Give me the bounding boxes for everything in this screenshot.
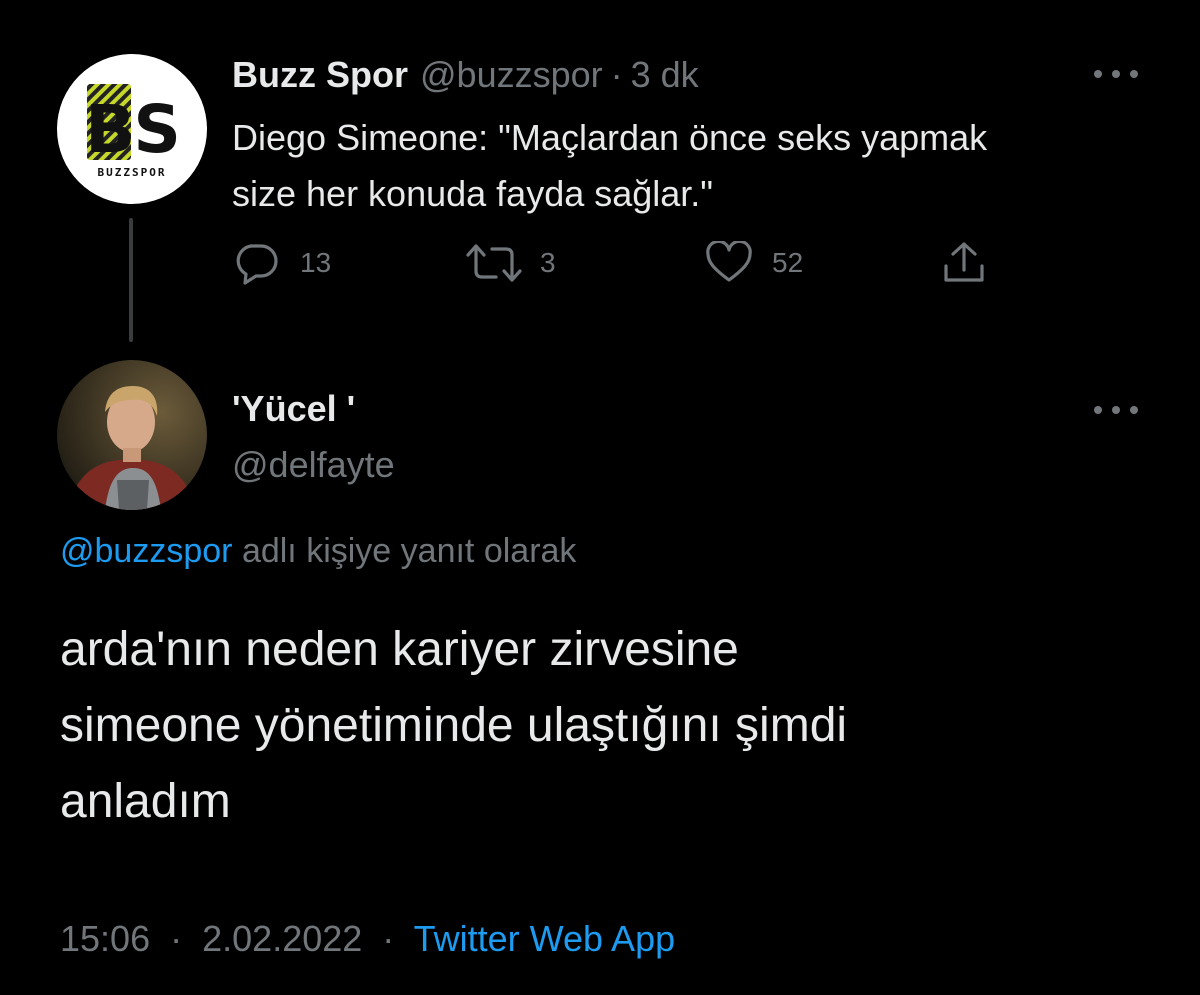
profile-photo-image xyxy=(57,360,207,510)
timestamp-date[interactable]: 2.02.2022 xyxy=(202,918,362,959)
like-button[interactable]: 52 xyxy=(704,238,803,288)
tweet-detail-page: BS BUZZSPOR Buzz Spor @buzzspor · 3 dk D… xyxy=(0,0,1200,995)
buzzspor-avatar[interactable]: BS BUZZSPOR xyxy=(57,54,207,204)
tweet-text-line: size her konuda fayda sağlar." xyxy=(232,173,714,214)
tweet-time[interactable]: 3 dk xyxy=(631,54,699,96)
reply-tweet-text: arda'nın neden kariyer zirvesine simeone… xyxy=(60,612,1160,840)
share-icon xyxy=(944,242,984,282)
retweet-icon xyxy=(466,244,522,282)
retweet-count: 3 xyxy=(540,247,556,278)
mention-link[interactable]: @buzzspor xyxy=(60,532,232,570)
separator-dot: · xyxy=(382,918,395,959)
replying-to-text: adlı kişiye yanıt olarak xyxy=(241,532,577,570)
user-avatar[interactable] xyxy=(57,360,207,510)
parent-tweet-text: Diego Simeone: "Maçlardan önce seks yapm… xyxy=(232,110,1162,222)
author-name[interactable]: Buzz Spor xyxy=(232,54,408,96)
replying-to-line: @buzzspor adlı kişiye yanıt olarak xyxy=(60,532,576,571)
svg-text:BS: BS xyxy=(85,91,179,168)
buzzspor-logo: BS BUZZSPOR xyxy=(85,84,181,179)
separator-dot: · xyxy=(610,54,623,95)
heart-icon xyxy=(706,241,752,282)
reply-button[interactable]: 13 xyxy=(232,238,331,288)
source-link[interactable]: Twitter Web App xyxy=(414,918,675,959)
tweet-meta: 15:06 · 2.02.2022 · Twitter Web App xyxy=(60,918,675,960)
thread-connector-line xyxy=(129,218,133,342)
tweet-text-line: arda'nın neden kariyer zirvesine xyxy=(60,623,739,676)
tweet-text-line: simeone yönetiminde ulaştığını şimdi xyxy=(60,699,848,752)
timestamp-time[interactable]: 15:06 xyxy=(60,918,150,959)
separator-dot: · xyxy=(170,918,183,959)
svg-text:BUZZSPOR: BUZZSPOR xyxy=(98,166,167,179)
retweet-button[interactable]: 3 xyxy=(464,238,556,288)
share-button[interactable] xyxy=(940,238,988,288)
more-horizontal-icon[interactable] xyxy=(1094,64,1138,84)
more-horizontal-icon[interactable] xyxy=(1094,400,1138,420)
reply-count: 13 xyxy=(300,247,332,278)
tweet-text-line: Diego Simeone: "Maçlardan önce seks yapm… xyxy=(232,117,988,158)
reply-author-handle[interactable]: @delfayte xyxy=(232,444,395,486)
reply-icon xyxy=(236,244,278,285)
tweet-text-line: anladım xyxy=(60,775,231,828)
reply-author-name[interactable]: 'Yücel ' xyxy=(232,388,355,430)
like-count: 52 xyxy=(772,247,804,278)
parent-tweet-header: Buzz Spor @buzzspor · 3 dk xyxy=(232,54,699,100)
author-handle[interactable]: @buzzspor xyxy=(420,54,603,96)
